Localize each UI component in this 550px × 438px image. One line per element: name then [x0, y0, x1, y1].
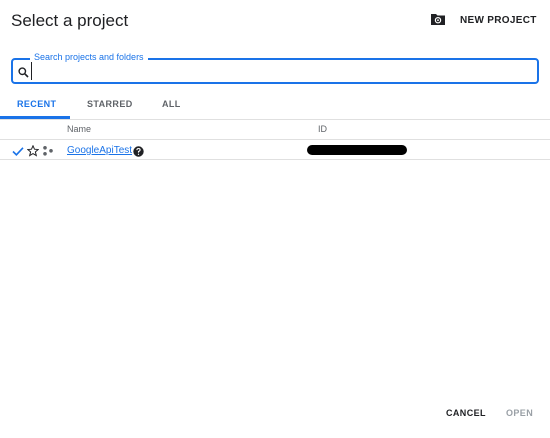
row-divider — [0, 159, 550, 160]
tab-bar: RECENT STARRED ALL — [0, 95, 550, 120]
column-header-name: Name — [67, 124, 92, 134]
tab-recent[interactable]: RECENT — [17, 99, 56, 109]
project-name-link[interactable]: GoogleApiTest — [67, 145, 132, 156]
column-header-id: ID — [318, 124, 327, 134]
search-label: Search projects and folders — [30, 52, 148, 62]
project-id-redacted — [307, 145, 407, 155]
search-field[interactable]: Search projects and folders — [11, 52, 539, 84]
new-project-button[interactable]: NEW PROJECT — [430, 12, 536, 26]
active-tab-indicator — [0, 116, 70, 119]
tab-starred[interactable]: STARRED — [87, 99, 133, 109]
open-button[interactable]: OPEN — [506, 408, 533, 418]
header-divider — [0, 139, 550, 140]
cancel-button[interactable]: CANCEL — [446, 408, 486, 418]
search-icon — [18, 65, 29, 83]
search-input[interactable] — [31, 62, 531, 80]
dialog-title: Select a project — [11, 11, 129, 30]
tab-all[interactable]: ALL — [162, 99, 181, 109]
new-project-label: NEW PROJECT — [460, 15, 537, 26]
folder-settings-icon — [430, 12, 446, 26]
